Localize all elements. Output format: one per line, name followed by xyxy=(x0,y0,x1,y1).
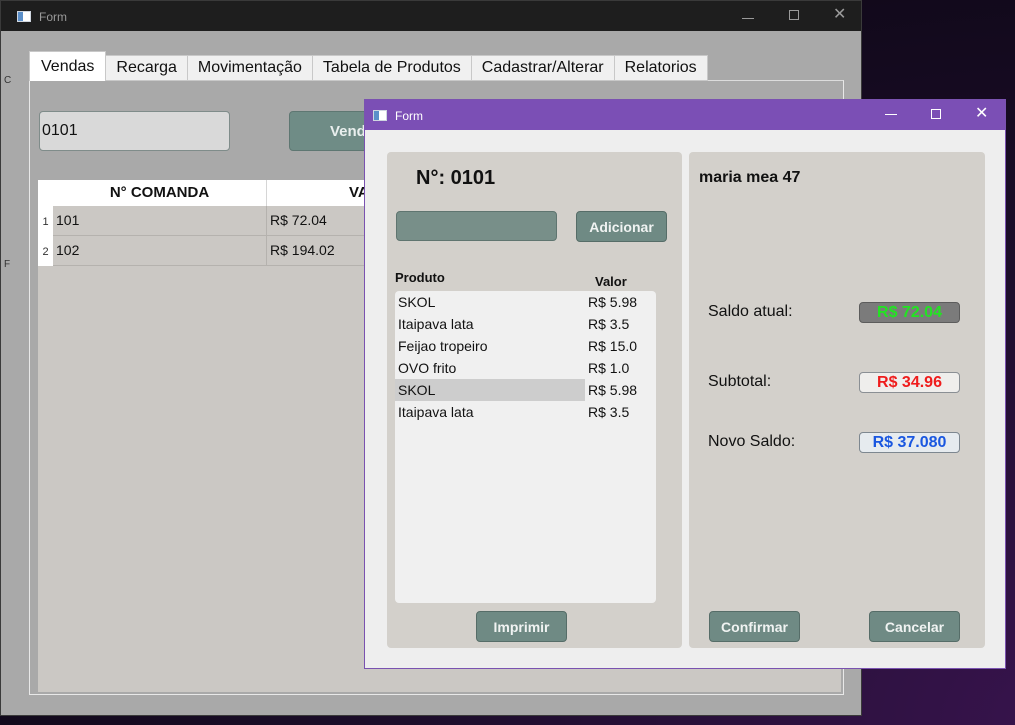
maximize-icon[interactable] xyxy=(789,10,799,20)
item-name: SKOL xyxy=(398,294,436,310)
novo-saldo-label: Novo Saldo: xyxy=(708,433,796,450)
list-item[interactable]: Itaipava lata R$ 3.5 xyxy=(395,401,656,423)
order-items-panel: N°: 0101 Adicionar Produto Valor SKOL R$… xyxy=(387,152,682,648)
close-icon[interactable]: ✕ xyxy=(975,106,988,122)
app-icon xyxy=(373,110,387,121)
product-input[interactable] xyxy=(396,211,557,241)
customer-name: maria mea 47 xyxy=(699,169,801,186)
app-icon xyxy=(17,11,31,22)
comanda-input[interactable]: 0101 xyxy=(39,111,230,151)
item-name: OVO frito xyxy=(398,360,457,376)
item-name: Feijao tropeiro xyxy=(398,338,488,354)
cancelar-button[interactable]: Cancelar xyxy=(869,611,960,642)
item-name: Itaipava lata xyxy=(398,404,474,420)
list-item[interactable]: SKOL R$ 5.98 xyxy=(395,291,656,313)
tab-movimentacao[interactable]: Movimentação xyxy=(187,55,313,81)
tab-bar: Vendas Recarga Movimentação Tabela de Pr… xyxy=(29,51,708,81)
minimize-icon[interactable] xyxy=(885,108,897,115)
subtotal-value: R$ 34.96 xyxy=(859,372,960,393)
saldo-atual-value: R$ 72.04 xyxy=(859,302,960,323)
list-item[interactable]: Feijao tropeiro R$ 15.0 xyxy=(395,335,656,357)
tab-tabela-de-produtos[interactable]: Tabela de Produtos xyxy=(312,55,472,81)
list-item-selected[interactable]: SKOL R$ 5.98 xyxy=(395,379,656,401)
product-list[interactable]: SKOL R$ 5.98 Itaipava lata R$ 3.5 Feijao… xyxy=(395,291,656,603)
list-item[interactable]: OVO frito R$ 1.0 xyxy=(395,357,656,379)
saldo-atual-label: Saldo atual: xyxy=(708,303,793,320)
item-name: SKOL xyxy=(395,379,585,401)
order-window-title: Form xyxy=(395,109,423,123)
novo-saldo-value: R$ 37.080 xyxy=(859,432,960,453)
close-icon[interactable]: ✕ xyxy=(833,7,846,23)
subtotal-label: Subtotal: xyxy=(708,373,772,390)
tab-cadastrar-alterar[interactable]: Cadastrar/Alterar xyxy=(471,55,615,81)
imprimir-button[interactable]: Imprimir xyxy=(476,611,567,642)
column-header-comanda[interactable]: N° COMANDA xyxy=(53,180,267,206)
row-index[interactable]: 1 xyxy=(38,206,53,236)
row-index[interactable]: 2 xyxy=(38,236,53,266)
balance-panel: maria mea 47 Saldo atual: R$ 72.04 Subto… xyxy=(689,152,985,648)
clipped-label-fragment: C xyxy=(4,75,12,86)
tab-relatorios[interactable]: Relatorios xyxy=(614,55,708,81)
minimize-icon[interactable] xyxy=(742,7,754,19)
item-value: R$ 15.0 xyxy=(588,338,638,354)
main-window-title: Form xyxy=(39,10,67,24)
order-window-titlebar[interactable]: Form ✕ xyxy=(365,100,1005,130)
order-window: Form ✕ N°: 0101 Adicionar Produto Valor … xyxy=(364,99,1006,669)
list-item[interactable]: Itaipava lata R$ 3.5 xyxy=(395,313,656,335)
item-value: R$ 1.0 xyxy=(588,360,630,376)
tab-vendas[interactable]: Vendas xyxy=(29,51,107,81)
main-window-titlebar[interactable]: Form ✕ xyxy=(1,1,861,31)
produto-column-label: Produto xyxy=(395,270,445,285)
tab-recarga[interactable]: Recarga xyxy=(106,55,188,81)
table-corner xyxy=(38,180,53,206)
cell-comanda[interactable]: 101 xyxy=(53,206,267,235)
maximize-icon[interactable] xyxy=(931,109,941,119)
item-value: R$ 5.98 xyxy=(588,294,638,310)
cell-comanda[interactable]: 102 xyxy=(53,236,267,265)
item-value: R$ 5.98 xyxy=(588,382,638,398)
item-value: R$ 3.5 xyxy=(588,404,630,420)
item-value: R$ 3.5 xyxy=(588,316,630,332)
item-name: Itaipava lata xyxy=(398,316,474,332)
clipped-label-fragment: F xyxy=(4,259,11,270)
adicionar-button[interactable]: Adicionar xyxy=(576,211,667,242)
valor-column-label: Valor xyxy=(595,274,627,289)
confirmar-button[interactable]: Confirmar xyxy=(709,611,800,642)
order-number: N°: 0101 xyxy=(416,167,496,189)
